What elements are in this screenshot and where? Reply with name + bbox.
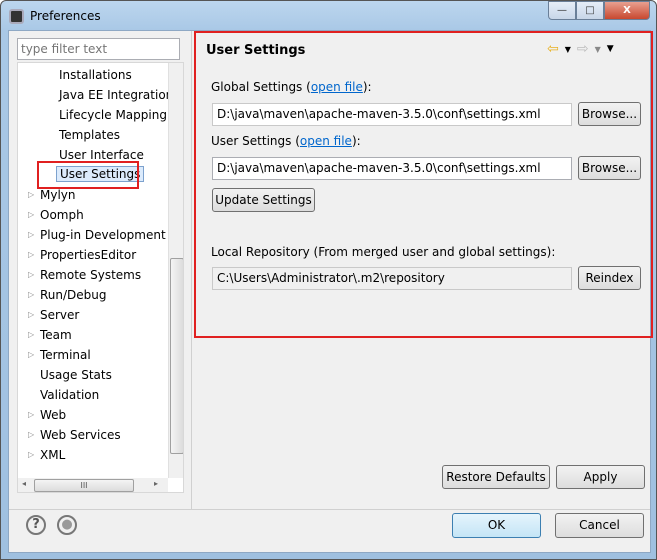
tree-item[interactable]: ▷ XML bbox=[28, 445, 66, 465]
tree-item[interactable]: Usage Stats bbox=[40, 365, 112, 385]
tree-horizontal-scrollbar[interactable]: ◂ III ▸ bbox=[18, 478, 168, 492]
user-open-file-link[interactable]: open file bbox=[300, 134, 352, 148]
global-settings-label: Global Settings (open file): bbox=[211, 80, 372, 94]
forward-arrow-icon[interactable]: ⇨ bbox=[577, 41, 589, 57]
tree-item[interactable]: Java EE Integration bbox=[59, 85, 173, 105]
view-menu-icon[interactable]: ▼ bbox=[607, 44, 614, 54]
tree-item-label: Run/Debug bbox=[40, 288, 107, 302]
tree-item[interactable]: Lifecycle Mapping bbox=[59, 105, 167, 125]
tree-item-label: Oomph bbox=[40, 208, 84, 222]
tree-item[interactable]: ▷ Web Services bbox=[28, 425, 121, 445]
tree-item-label: Plug-in Development bbox=[40, 228, 166, 242]
global-open-file-link[interactable]: open file bbox=[311, 80, 363, 94]
tree-item-label: Lifecycle Mapping bbox=[59, 108, 167, 122]
tree-item[interactable]: ▷ Plug-in Development bbox=[28, 225, 166, 245]
user-browse-button[interactable]: Browse... bbox=[578, 156, 641, 180]
tree-item-label: Usage Stats bbox=[40, 368, 112, 382]
user-settings-label: User Settings (open file): bbox=[211, 134, 361, 148]
page-title: User Settings bbox=[206, 43, 306, 58]
expand-arrow-icon[interactable]: ▷ bbox=[28, 185, 34, 205]
expand-arrow-icon[interactable]: ▷ bbox=[28, 245, 34, 265]
dialog-client: ▷ XML ▷ Web Services ▷ Web Validation Usage Sta… bbox=[8, 30, 653, 553]
tree-item-label: Templates bbox=[59, 128, 121, 142]
expand-arrow-icon[interactable]: ▷ bbox=[28, 425, 34, 445]
expand-arrow-icon[interactable]: ▷ bbox=[28, 265, 34, 285]
scroll-thumb[interactable] bbox=[170, 258, 183, 454]
local-repository-label: Local Repository (From merged user and g… bbox=[211, 245, 556, 259]
tree-item[interactable]: Installations bbox=[59, 65, 132, 85]
close-button[interactable]: X bbox=[604, 1, 650, 20]
expand-arrow-icon[interactable]: ▷ bbox=[28, 225, 34, 245]
tree-item-label: Java EE Integration bbox=[59, 88, 174, 102]
expand-arrow-icon[interactable]: ▷ bbox=[28, 285, 34, 305]
tree-item[interactable]: Templates bbox=[59, 125, 120, 145]
help-icon[interactable]: ? bbox=[26, 515, 46, 535]
highlight-box bbox=[194, 31, 653, 338]
import-export-icon[interactable]: ● bbox=[57, 515, 77, 535]
highlight-box bbox=[37, 161, 139, 189]
tree-item-label: Terminal bbox=[40, 348, 91, 362]
chevron-down-icon[interactable]: ▼ bbox=[565, 45, 571, 54]
expand-arrow-icon[interactable]: ▷ bbox=[28, 345, 34, 365]
expand-arrow-icon[interactable]: ▷ bbox=[28, 305, 34, 325]
user-settings-field[interactable]: D:\java\maven\apache-maven-3.5.0\conf\se… bbox=[212, 157, 572, 180]
scroll-thumb[interactable]: III bbox=[34, 479, 134, 492]
expand-arrow-icon[interactable]: ▷ bbox=[28, 445, 34, 465]
tree-item[interactable]: ▷ PropertiesEditor bbox=[28, 245, 137, 265]
tree-item[interactable]: ▷ Web bbox=[28, 405, 67, 425]
expand-arrow-icon[interactable]: ▷ bbox=[28, 205, 34, 225]
tree-item-label: Team bbox=[40, 328, 72, 342]
expand-arrow-icon[interactable]: ▷ bbox=[28, 405, 34, 425]
restore-defaults-button[interactable]: Restore Defaults bbox=[442, 465, 550, 489]
tree-vertical-scrollbar[interactable] bbox=[168, 63, 183, 478]
page-nav: ⇦ ▼ ⇨ ▼ ▼ bbox=[547, 41, 614, 57]
tree-item-label: Remote Systems bbox=[40, 268, 142, 282]
global-settings-field[interactable]: D:\java\maven\apache-maven-3.5.0\conf\se… bbox=[212, 103, 572, 126]
filter-input[interactable] bbox=[17, 38, 180, 60]
tree-item[interactable]: ▷ Remote Systems bbox=[28, 265, 142, 285]
tree-item-label: Server bbox=[40, 308, 80, 322]
footer-divider bbox=[9, 509, 650, 510]
reindex-button[interactable]: Reindex bbox=[578, 266, 641, 290]
tree-item-label: Validation bbox=[40, 388, 100, 402]
tree-item-label: XML bbox=[40, 448, 66, 462]
window-title: Preferences bbox=[30, 9, 101, 23]
tree-item-label: Web bbox=[40, 408, 67, 422]
tree-item[interactable]: Validation bbox=[40, 385, 99, 405]
apply-button[interactable]: Apply bbox=[556, 465, 645, 489]
tree-item-label: PropertiesEditor bbox=[40, 248, 137, 262]
preference-tree: ▷ XML ▷ Web Services ▷ Web Validation Usage Sta… bbox=[17, 62, 184, 493]
maximize-button[interactable]: □ bbox=[576, 1, 604, 20]
tree-item-label: User Interface bbox=[59, 148, 144, 162]
eclipse-icon bbox=[9, 8, 24, 24]
tree-item[interactable]: ▷ Run/Debug bbox=[28, 285, 107, 305]
update-settings-button[interactable]: Update Settings bbox=[212, 188, 315, 212]
local-repository-field: C:\Users\Administrator\.m2\repository bbox=[212, 267, 572, 290]
preferences-window: Preferences — □ X ▷ XML ▷ Web Services ▷ Web V… bbox=[0, 0, 657, 560]
tree-item[interactable]: ▷ Server bbox=[28, 305, 80, 325]
tree-item-label: Web Services bbox=[40, 428, 121, 442]
tree-item[interactable]: ▷ Team bbox=[28, 325, 72, 345]
minimize-button[interactable]: — bbox=[548, 1, 576, 20]
expand-arrow-icon[interactable]: ▷ bbox=[28, 325, 34, 345]
ok-button[interactable]: OK bbox=[452, 513, 541, 538]
tree-item[interactable]: ▷ Oomph bbox=[28, 205, 84, 225]
cancel-button[interactable]: Cancel bbox=[555, 513, 644, 538]
divider bbox=[191, 31, 192, 509]
tree-item[interactable]: ▷ Terminal bbox=[28, 345, 91, 365]
global-browse-button[interactable]: Browse... bbox=[578, 102, 641, 126]
back-arrow-icon[interactable]: ⇦ bbox=[547, 41, 559, 57]
title-bar: Preferences bbox=[9, 7, 101, 25]
chevron-down-icon[interactable]: ▼ bbox=[595, 45, 601, 54]
tree-item-label: Installations bbox=[59, 68, 132, 82]
tree-item-label: Mylyn bbox=[40, 188, 76, 202]
